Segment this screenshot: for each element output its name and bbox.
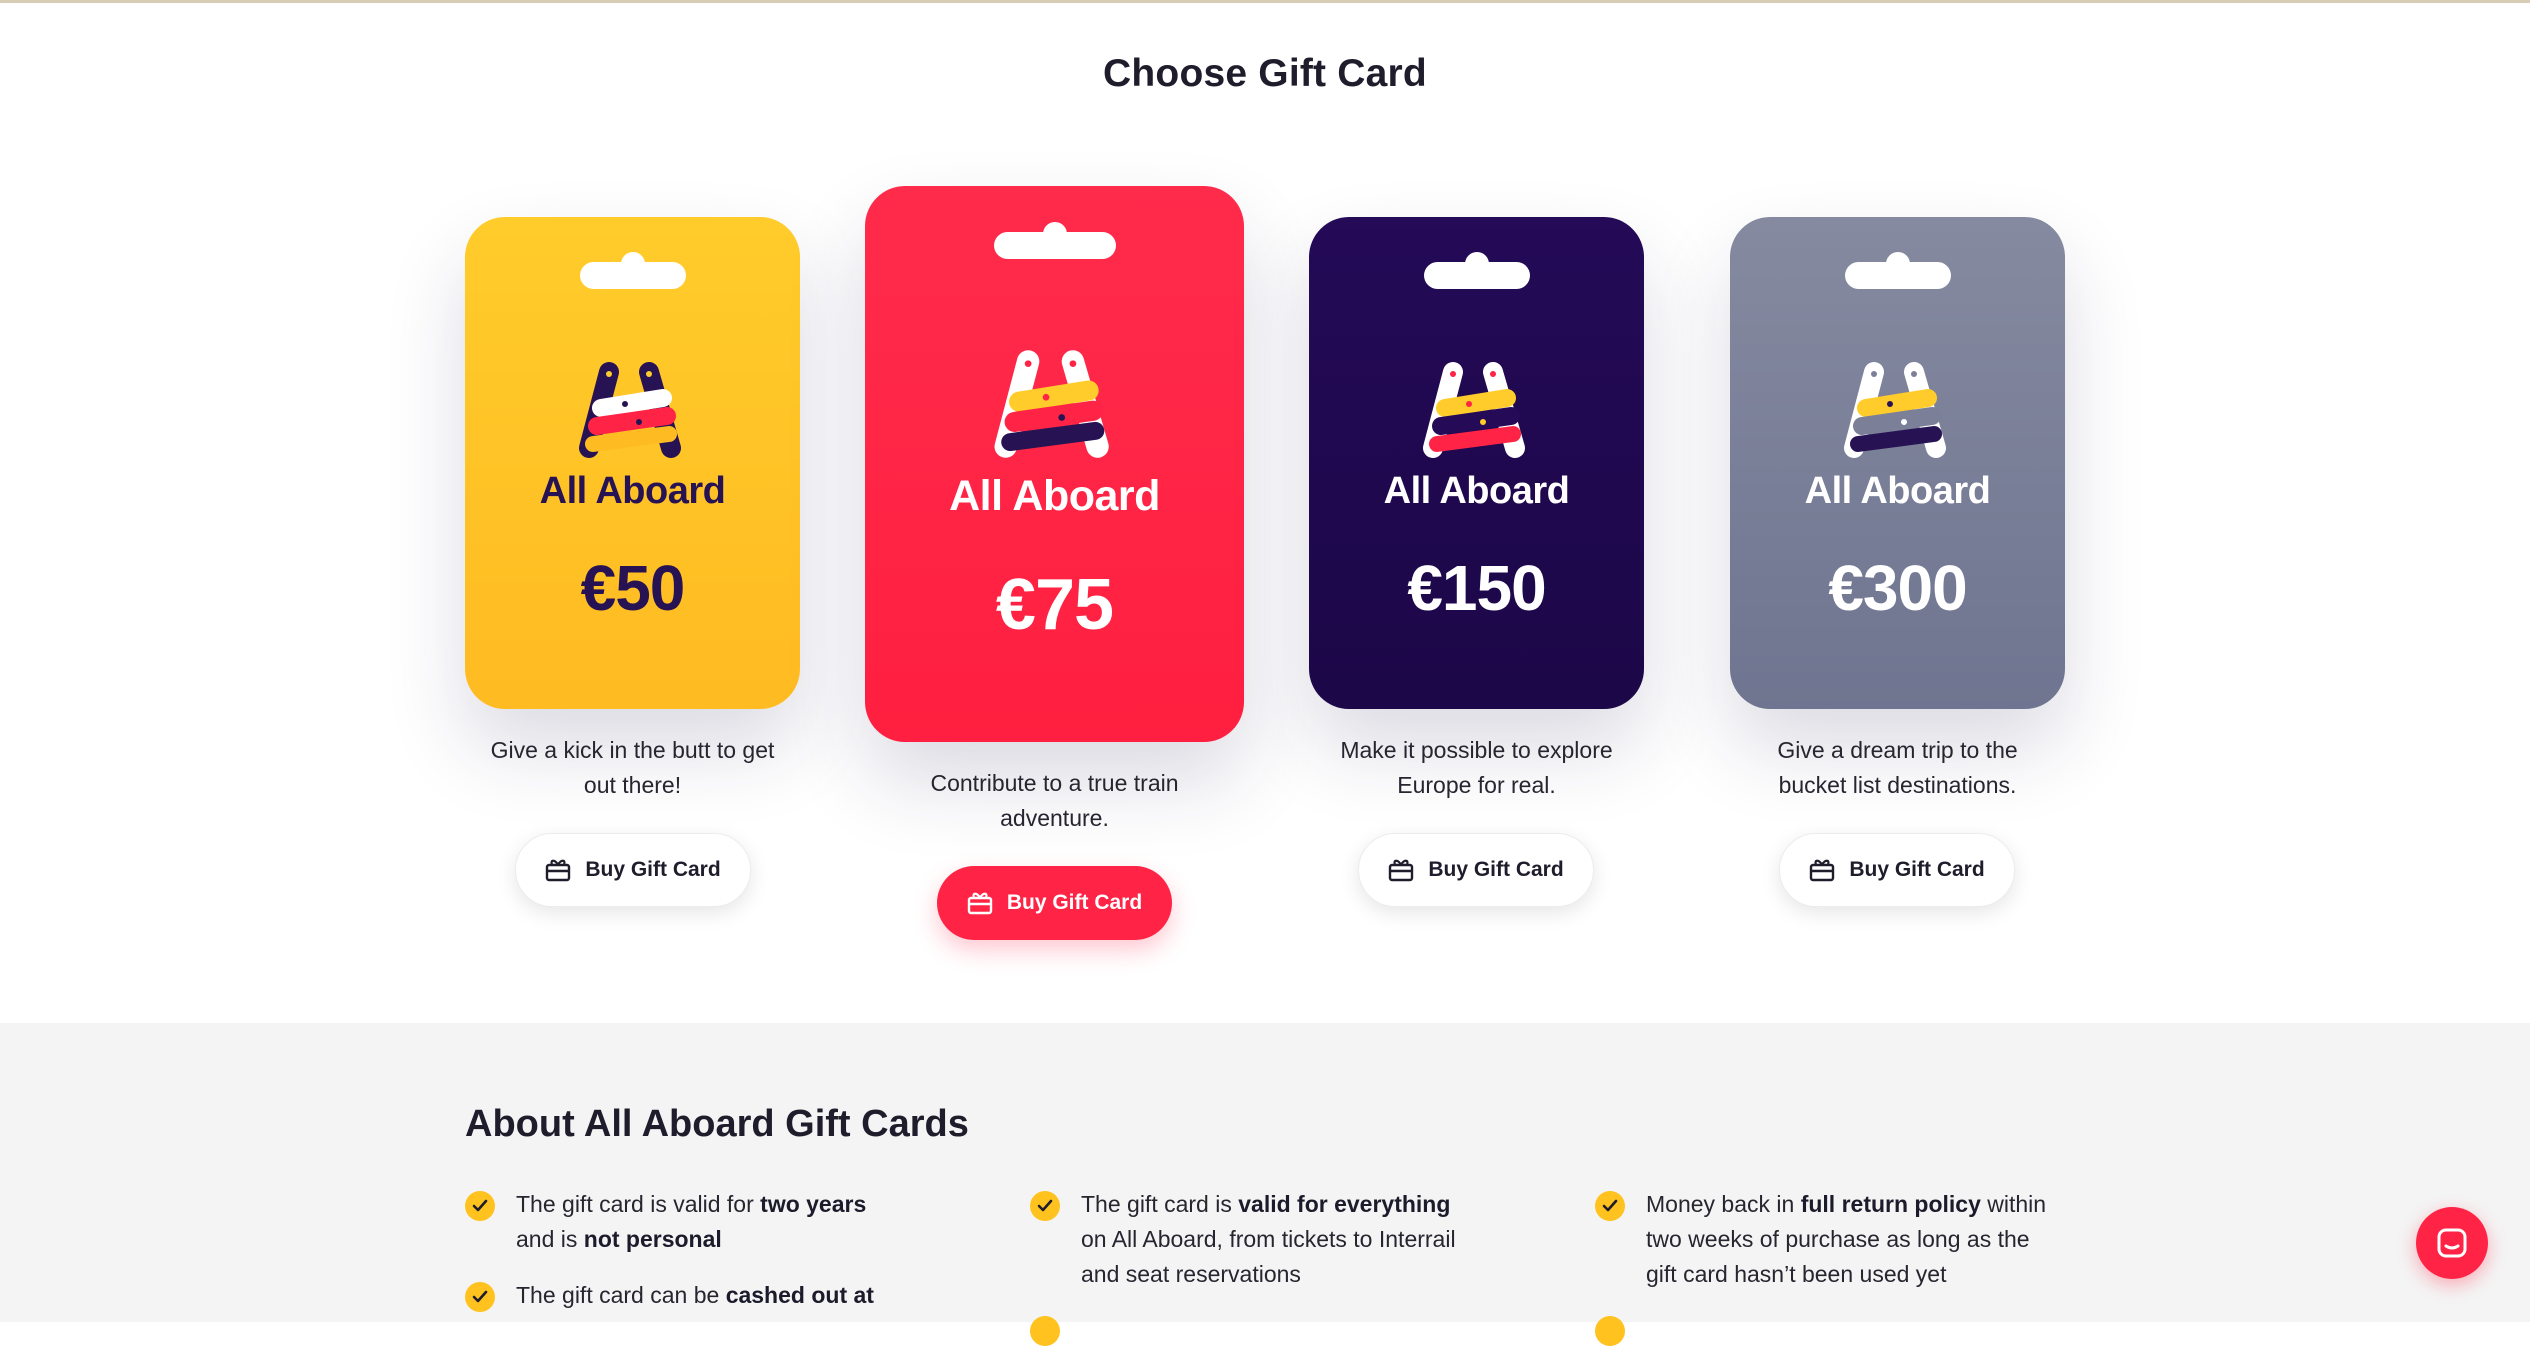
check-icon [1030,1191,1060,1221]
card-amount: €75 [995,565,1114,645]
about-title: About All Aboard Gift Cards [465,1103,969,1145]
chat-icon [2437,1228,2467,1258]
feature-text: two weeks of purchase as long as the [1646,1226,2030,1252]
feature-item: The gift card is valid for everything on… [1081,1187,1541,1292]
feature-bold: cashed out at [725,1282,874,1308]
check-icon [465,1282,495,1312]
all-aboard-logo-icon [1422,362,1525,458]
card-description-line: out there! [583,772,682,798]
page-title: Choose Gift Card [1103,52,1427,95]
gift-card-visual[interactable]: All Aboard €50 [465,217,800,709]
gift-icon [1389,859,1414,882]
top-border [0,0,2530,3]
gift-card-visual[interactable]: All Aboard €300 [1730,217,2065,709]
gift-icon [967,892,993,915]
card-brand: All Aboard [1383,470,1570,512]
feature-bold: valid for everything [1238,1191,1451,1217]
check-icon [1595,1316,1625,1346]
buy-gift-card-button[interactable]: Buy Gift Card [1779,833,2015,907]
all-aboard-logo-icon [1843,362,1946,458]
card-description-line: Give a kick in the butt to get [490,737,775,763]
card-hanger [1844,262,1951,289]
buy-gift-card-button[interactable]: Buy Gift Card [937,866,1172,940]
card-description-line: bucket list destinations. [1778,772,2017,798]
card-brand: All Aboard [539,470,726,512]
card-description-line: Make it possible to explore [1340,737,1613,763]
card-brand: All Aboard [1804,470,1991,512]
feature-text: Money back in [1646,1191,1801,1217]
feature-text: The gift card is [1081,1191,1239,1217]
card-amount: €50 [580,552,686,624]
about-section: About All Aboard Gift Cards The gift car… [0,1023,2530,1346]
card-amount: €300 [1828,552,1967,624]
all-aboard-logo-icon [578,362,681,458]
feature-bold: two years [760,1191,867,1217]
card-hanger [993,232,1116,259]
gift-card-visual[interactable]: All Aboard €150 [1309,217,1644,709]
feature-text: within [1980,1191,2047,1217]
card-brand: All Aboard [949,472,1160,520]
feature-text: and is [516,1226,584,1252]
feature-bold: full return policy [1800,1191,1981,1217]
feature-text: gift card hasn’t been used yet [1646,1261,1947,1287]
buy-gift-card-label: Buy Gift Card [1849,858,1985,881]
all-aboard-logo-icon [994,350,1109,458]
buy-gift-card-label: Buy Gift Card [585,858,721,881]
buy-gift-card-button[interactable]: Buy Gift Card [1358,833,1594,907]
check-icon [1595,1191,1625,1221]
feature-item: The gift card is valid for two years and… [516,1187,946,1257]
card-description-line: adventure. [1000,805,1109,831]
card-description-line: Give a dream trip to the [1777,737,2018,763]
feature-item: The gift card can be cashed out at [516,1278,946,1313]
buy-gift-card-label: Buy Gift Card [1428,858,1564,881]
gift-icon [1810,859,1835,882]
check-icon [465,1191,495,1221]
feature-item: Money back in full return policy within … [1646,1187,2106,1292]
feature-bold: not personal [583,1226,722,1252]
card-hanger [579,262,686,289]
card-description-line: Contribute to a true train [930,770,1179,796]
feature-text: on All Aboard, from tickets to Interrail [1081,1226,1456,1252]
buy-gift-card-button[interactable]: Buy Gift Card [515,833,751,907]
feature-text: The gift card is valid for [516,1191,761,1217]
feature-text: The gift card can be [516,1282,726,1308]
buy-gift-card-label: Buy Gift Card [1006,891,1143,914]
card-amount: €150 [1407,552,1546,624]
gift-icon [546,859,571,882]
card-hanger [1423,262,1530,289]
feature-text: and seat reservations [1081,1261,1301,1287]
check-icon [1030,1316,1060,1346]
gift-card-visual[interactable]: All Aboard €75 [865,186,1244,742]
card-description-line: Europe for real. [1397,772,1556,798]
chat-launcher-button[interactable] [2416,1207,2488,1279]
